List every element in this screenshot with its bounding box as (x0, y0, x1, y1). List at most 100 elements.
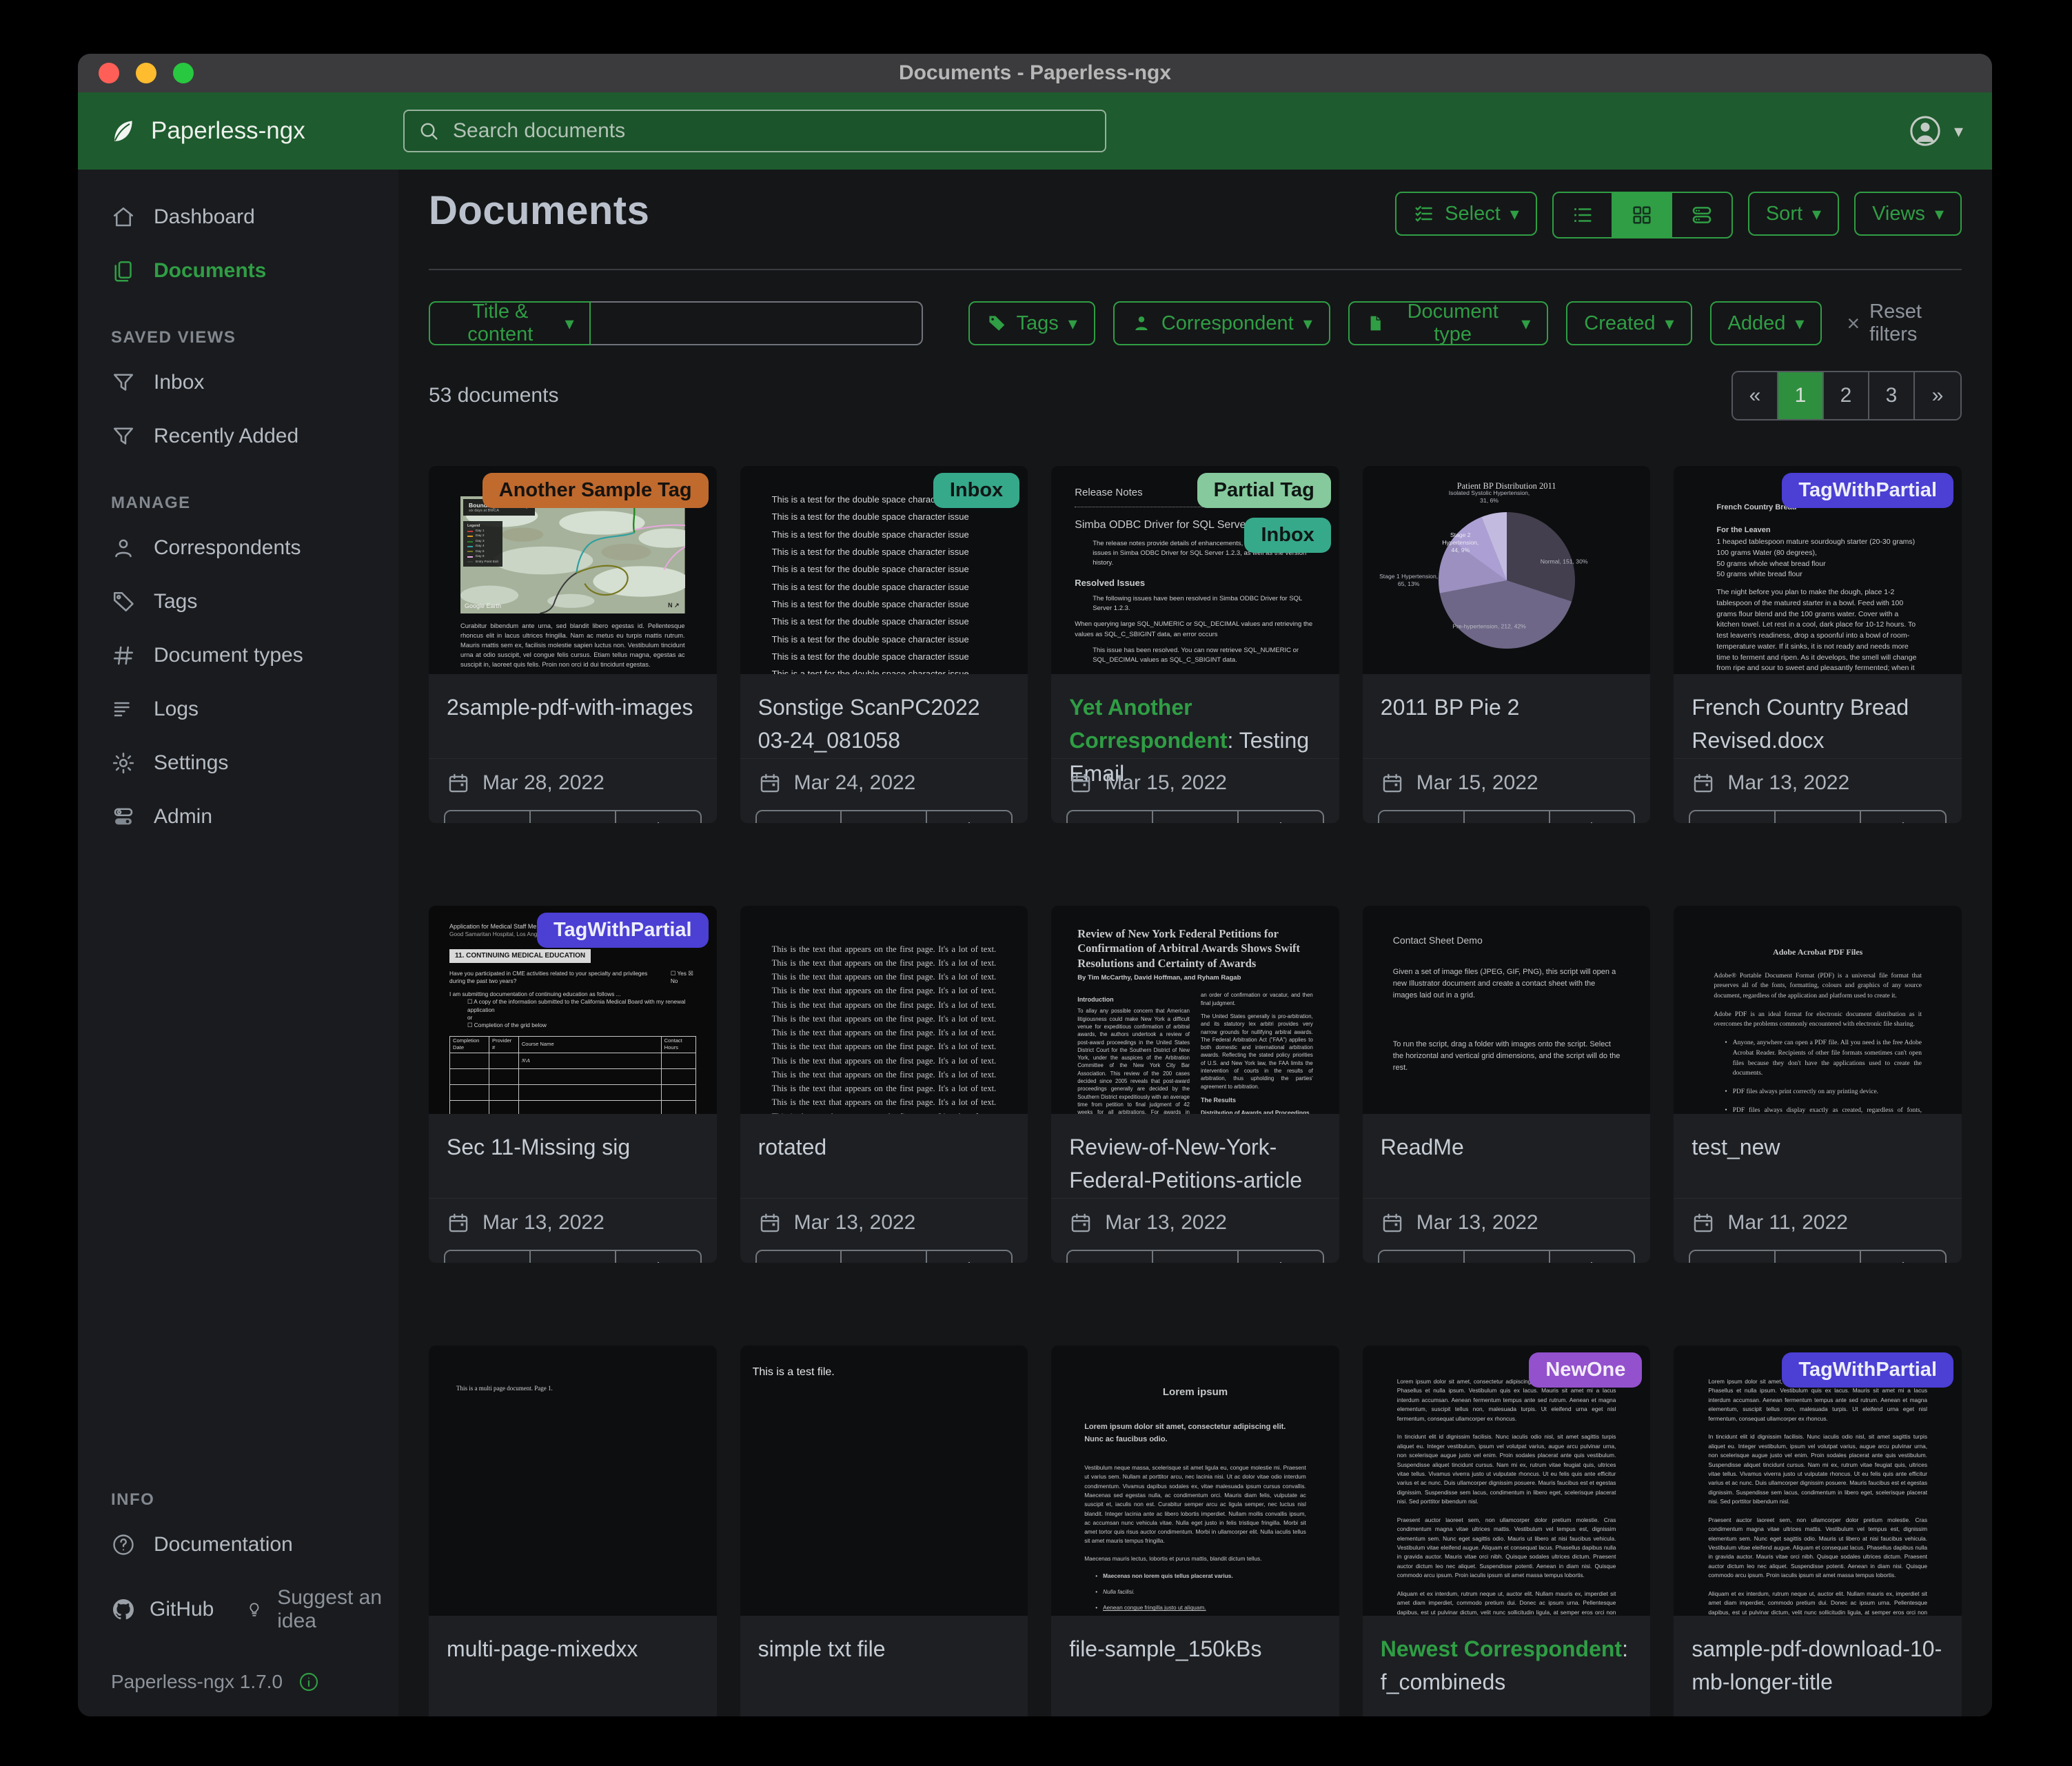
view-document-button[interactable] (1776, 811, 1861, 823)
card-title[interactable]: Newest Correspondent: f_combineds (1363, 1616, 1651, 1707)
pagination-page-2[interactable]: 2 (1824, 372, 1869, 419)
edit-document-button[interactable] (1379, 1251, 1465, 1263)
document-card[interactable]: This is the text that appears on the fir… (740, 906, 1028, 1263)
edit-document-button[interactable] (1068, 811, 1153, 823)
document-thumbnail-frame[interactable]: Lorem ipsumLorem ipsum dolor sit amet, c… (1051, 1346, 1339, 1616)
sidebar-item-github[interactable]: GitHub (111, 1597, 214, 1622)
view-document-button[interactable] (1465, 1251, 1550, 1263)
document-card[interactable]: French Country BreadFor the Leaven1 heap… (1674, 466, 1962, 823)
document-card[interactable]: This is a test file.simple txt file (740, 1346, 1028, 1716)
document-type-filter-button[interactable]: Document type ▾ (1348, 301, 1549, 345)
tag-badge[interactable]: Inbox (1244, 518, 1330, 553)
card-correspondent[interactable]: Yet Another Correspondent (1069, 695, 1227, 753)
download-document-button[interactable] (1861, 811, 1945, 823)
edit-document-button[interactable] (757, 1251, 842, 1263)
tag-badge[interactable]: Another Sample Tag (483, 473, 709, 508)
select-button[interactable]: Select ▾ (1395, 192, 1537, 236)
tag-badge[interactable]: Partial Tag (1197, 473, 1331, 508)
minimize-window-button[interactable] (136, 63, 156, 83)
download-document-button[interactable] (1239, 1251, 1323, 1263)
tag-badge[interactable]: TagWithPartial (1782, 1352, 1953, 1388)
view-document-button[interactable] (842, 1251, 927, 1263)
sidebar-item-correspondents[interactable]: Correspondents (78, 521, 398, 575)
view-document-button[interactable] (531, 1251, 616, 1263)
tag-badge[interactable]: NewOne (1529, 1352, 1642, 1388)
document-thumbnail-frame[interactable]: Contact Sheet DemoGiven a set of image f… (1363, 906, 1651, 1114)
sidebar-item-documentation[interactable]: Documentation (78, 1518, 398, 1572)
download-document-button[interactable] (927, 1251, 1011, 1263)
sidebar-item-document-types[interactable]: Document types (78, 629, 398, 682)
title-content-filter-button[interactable]: Title & content ▾ (429, 301, 591, 345)
zoom-window-button[interactable] (173, 63, 194, 83)
brand[interactable]: Paperless-ngx (107, 116, 403, 146)
document-thumbnail-frame[interactable]: Patient BP Distribution 2011Normal, 151,… (1363, 466, 1651, 674)
tags-filter-button[interactable]: Tags ▾ (968, 301, 1095, 345)
close-window-button[interactable] (99, 63, 119, 83)
edit-document-button[interactable] (445, 811, 531, 823)
user-menu[interactable]: ▾ (1907, 113, 1963, 149)
view-detail-button[interactable] (1672, 193, 1731, 237)
document-card[interactable]: Lorem ipsumLorem ipsum dolor sit amet, c… (1051, 1346, 1339, 1716)
reset-filters-button[interactable]: × Reset filters (1847, 301, 1962, 346)
sort-button[interactable]: Sort ▾ (1748, 192, 1839, 236)
view-document-button[interactable] (1153, 811, 1239, 823)
correspondent-filter-button[interactable]: Correspondent ▾ (1113, 301, 1330, 345)
search-input[interactable] (451, 119, 1093, 143)
sidebar-item-admin[interactable]: Admin (78, 790, 398, 844)
card-title[interactable]: Yet Another Correspondent: Testing Email (1051, 674, 1339, 758)
pagination-first[interactable]: « (1733, 372, 1778, 419)
card-title[interactable]: Sonstige ScanPC2022 03-24_081058 (740, 674, 1028, 758)
card-title[interactable]: test_new (1674, 1114, 1962, 1198)
view-document-button[interactable] (1465, 811, 1550, 823)
document-card[interactable]: Release NotesSimba ODBC Driver for SQL S… (1051, 466, 1339, 823)
document-card[interactable]: This is a test for the double space char… (740, 466, 1028, 823)
view-list-button[interactable] (1554, 193, 1613, 237)
pagination-page-1[interactable]: 1 (1778, 372, 1824, 419)
tag-badge[interactable]: Inbox (933, 473, 1019, 508)
card-title[interactable]: simple txt file (740, 1616, 1028, 1700)
edit-document-button[interactable] (1379, 811, 1465, 823)
info-icon[interactable] (298, 1671, 320, 1693)
document-thumbnail-frame[interactable]: Review of New York Federal Petitions for… (1051, 906, 1339, 1114)
download-document-button[interactable] (1550, 1251, 1634, 1263)
document-thumbnail-frame[interactable]: This is the text that appears on the fir… (740, 906, 1028, 1114)
sidebar-item-dashboard[interactable]: Dashboard (78, 190, 398, 244)
sidebar-item-recently-added[interactable]: Recently Added (78, 409, 398, 463)
download-document-button[interactable] (616, 811, 700, 823)
created-filter-button[interactable]: Created ▾ (1566, 301, 1692, 345)
document-card[interactable]: Patient BP Distribution 2011Normal, 151,… (1363, 466, 1651, 823)
download-document-button[interactable] (616, 1251, 700, 1263)
view-grid-button[interactable] (1613, 193, 1672, 237)
sidebar-item-inbox[interactable]: Inbox (78, 356, 398, 409)
download-document-button[interactable] (927, 811, 1011, 823)
title-content-filter-input[interactable] (591, 301, 923, 345)
download-document-button[interactable] (1861, 1251, 1945, 1263)
card-title[interactable]: multi-page-mixedxx (429, 1616, 717, 1700)
card-title[interactable]: Review-of-New-York-Federal-Petitions-art… (1051, 1114, 1339, 1198)
download-document-button[interactable] (1239, 811, 1323, 823)
sidebar-item-logs[interactable]: Logs (78, 682, 398, 736)
card-title[interactable]: 2011 BP Pie 2 (1363, 674, 1651, 758)
document-thumbnail-frame[interactable]: This is a multi page document. Page 1. (429, 1346, 717, 1616)
sidebar-item-tags[interactable]: Tags (78, 575, 398, 629)
sidebar-item-documents[interactable]: Documents (78, 244, 398, 298)
card-title[interactable]: rotated (740, 1114, 1028, 1198)
card-correspondent[interactable]: Newest Correspondent (1381, 1636, 1622, 1661)
card-title[interactable]: French Country Bread Revised.docx (1674, 674, 1962, 758)
view-document-button[interactable] (1776, 1251, 1861, 1263)
tag-badge[interactable]: TagWithPartial (537, 913, 709, 948)
view-document-button[interactable] (842, 811, 927, 823)
sidebar-item-suggest-idea[interactable]: Suggest an idea (245, 1586, 385, 1633)
document-card[interactable]: Boundary Waters Tripsix days at BWCALege… (429, 466, 717, 823)
download-document-button[interactable] (1550, 811, 1634, 823)
card-title[interactable]: 2sample-pdf-with-images (429, 674, 717, 758)
document-card[interactable]: This is a multi page document. Page 1.mu… (429, 1346, 717, 1716)
document-thumbnail-frame[interactable]: Adobe Acrobat PDF FilesAdobe® Portable D… (1674, 906, 1962, 1114)
edit-document-button[interactable] (1690, 811, 1776, 823)
document-card[interactable]: Contact Sheet DemoGiven a set of image f… (1363, 906, 1651, 1263)
card-title[interactable]: Sec 11-Missing sig (429, 1114, 717, 1198)
pagination-last[interactable]: » (1915, 372, 1960, 419)
edit-document-button[interactable] (1068, 1251, 1153, 1263)
views-button[interactable]: Views ▾ (1854, 192, 1962, 236)
view-document-button[interactable] (531, 811, 616, 823)
